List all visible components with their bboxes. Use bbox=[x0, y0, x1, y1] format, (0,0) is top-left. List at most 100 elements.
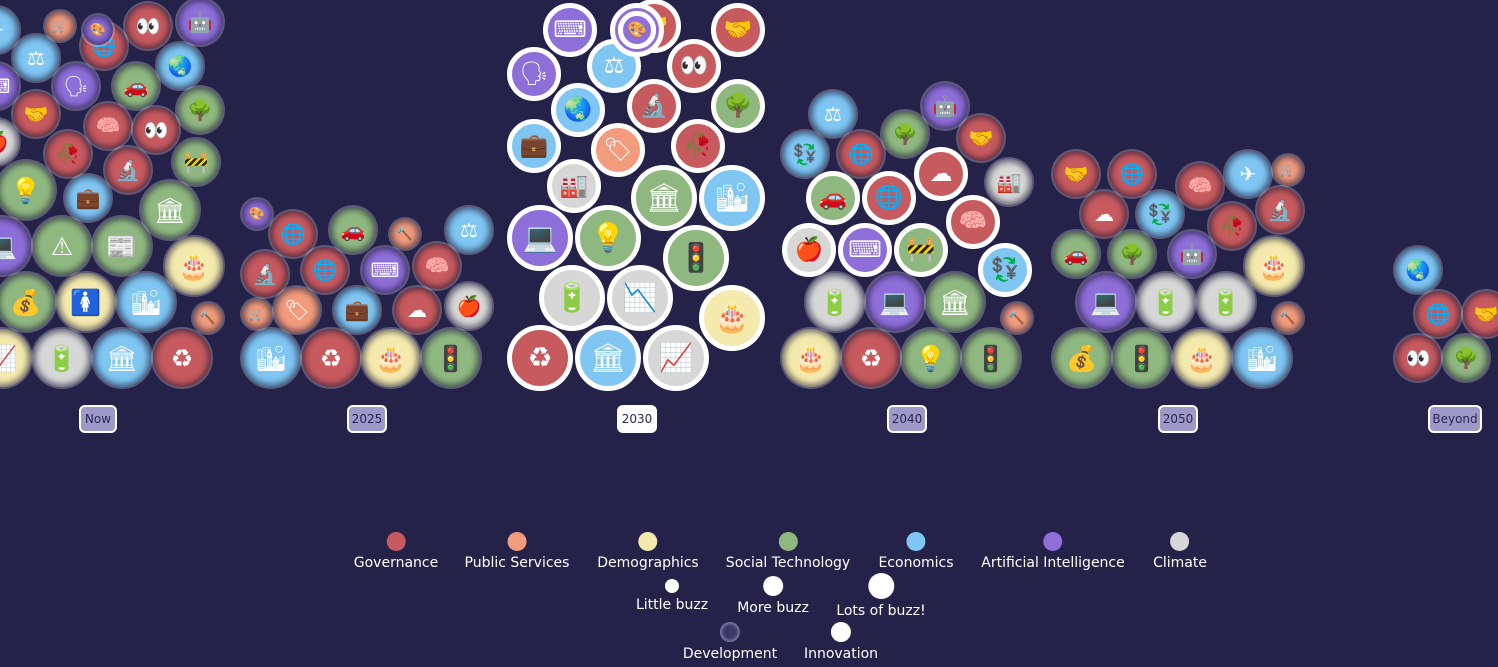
bubble-climate[interactable]: 🏭 bbox=[547, 159, 601, 213]
bubble-governance[interactable]: 👀 bbox=[133, 107, 179, 153]
bubble-climate[interactable]: 🍎 bbox=[446, 283, 492, 329]
bubble-social-technology[interactable]: 💰 bbox=[0, 273, 55, 331]
bubble-public-services[interactable]: 🛒 bbox=[1273, 155, 1303, 185]
bubble-artificial-intelligence[interactable]: 🗣 bbox=[53, 63, 99, 109]
bubble-artificial-intelligence[interactable]: ⌨ bbox=[362, 247, 408, 293]
bubble-demographics[interactable]: 🚺 bbox=[57, 273, 115, 331]
bubble-artificial-intelligence[interactable]: 💻 bbox=[507, 205, 573, 271]
bubble-governance[interactable]: 🌐 bbox=[862, 171, 916, 225]
bubble-public-services[interactable]: 🏷 bbox=[274, 287, 320, 333]
bubble-demographics[interactable]: 🎂 bbox=[1245, 237, 1303, 295]
bubble-governance[interactable]: 👀 bbox=[667, 39, 721, 93]
bubble-economics[interactable]: 💱 bbox=[978, 243, 1032, 297]
bubble-governance[interactable]: 🌐 bbox=[838, 131, 884, 177]
bubble-artificial-intelligence[interactable]: 🎨 bbox=[242, 199, 272, 229]
legend-innovation[interactable]: Innovation bbox=[804, 622, 878, 662]
bubble-demographics[interactable]: 🎂 bbox=[165, 237, 223, 295]
bubble-economics[interactable]: 💼 bbox=[334, 287, 380, 333]
bubble-social-technology[interactable]: 🚧 bbox=[173, 139, 219, 185]
bubble-governance[interactable]: 🌐 bbox=[270, 211, 316, 257]
bubble-governance[interactable]: 🧠 bbox=[1177, 163, 1223, 209]
bubble-demographics[interactable]: 📈 bbox=[0, 329, 31, 387]
bubble-governance[interactable]: 🧠 bbox=[946, 195, 1000, 249]
bubble-social-technology[interactable]: 🏛 bbox=[631, 165, 697, 231]
bubble-social-technology[interactable]: 🚦 bbox=[663, 225, 729, 291]
bubble-public-services[interactable]: 🔨 bbox=[193, 303, 223, 333]
bubble-governance[interactable]: 🥀 bbox=[671, 119, 725, 173]
bubble-social-technology[interactable]: 🚗 bbox=[330, 207, 376, 253]
bubble-economics[interactable]: 🌏 bbox=[157, 43, 203, 89]
bubble-social-technology[interactable]: 🚗 bbox=[113, 63, 159, 109]
bubble-economics[interactable]: 🏙 bbox=[1233, 329, 1291, 387]
bubble-governance[interactable]: 👀 bbox=[1395, 335, 1441, 381]
bubble-economics[interactable]: 💼 bbox=[65, 175, 111, 221]
bubble-artificial-intelligence[interactable]: 🤖 bbox=[922, 83, 968, 129]
tick-beyond[interactable]: Beyond bbox=[1428, 405, 1482, 433]
legend-soc[interactable]: Social Technology bbox=[726, 532, 850, 571]
bubble-climate[interactable]: 📉 bbox=[607, 265, 673, 331]
tick-2050[interactable]: 2050 bbox=[1158, 405, 1198, 433]
bubble-governance[interactable]: 🌐 bbox=[1415, 291, 1461, 337]
bubble-governance[interactable]: 🥀 bbox=[45, 131, 91, 177]
bubble-economics[interactable]: 🏛 bbox=[575, 325, 641, 391]
bubble-social-technology[interactable]: 💡 bbox=[902, 329, 960, 387]
bubble-economics[interactable]: ⚖ bbox=[13, 35, 59, 81]
bubble-artificial-intelligence[interactable]: 🗣 bbox=[507, 47, 561, 101]
bubble-artificial-intelligence[interactable]: 🎨 bbox=[618, 11, 656, 49]
bubble-economics[interactable]: 🏙 bbox=[117, 273, 175, 331]
bubble-artificial-intelligence[interactable]: 💻 bbox=[0, 217, 31, 275]
bubble-social-technology[interactable]: 💰 bbox=[1053, 329, 1111, 387]
bubble-social-technology[interactable]: 🚦 bbox=[1113, 329, 1171, 387]
legend-buzz-2[interactable]: Lots of buzz! bbox=[836, 573, 926, 619]
bubble-social-technology[interactable]: 📰 bbox=[93, 217, 151, 275]
bubble-social-technology[interactable]: 🌳 bbox=[1443, 335, 1489, 381]
bubble-social-technology[interactable]: 💡 bbox=[0, 161, 55, 219]
legend-ai[interactable]: Artificial Intelligence bbox=[981, 532, 1125, 571]
bubble-demographics[interactable]: 🎂 bbox=[782, 329, 840, 387]
bubble-governance[interactable]: ☁ bbox=[394, 287, 440, 333]
bubble-social-technology[interactable]: 🚗 bbox=[806, 171, 860, 225]
bubble-governance[interactable]: 🤝 bbox=[1463, 291, 1498, 337]
bubble-economics[interactable]: 💼 bbox=[507, 119, 561, 173]
legend-gov[interactable]: Governance bbox=[354, 532, 438, 571]
legend-buzz-0[interactable]: Little buzz bbox=[636, 579, 708, 613]
bubble-climate[interactable]: 🔋 bbox=[33, 329, 91, 387]
bubble-social-technology[interactable]: 🚧 bbox=[894, 223, 948, 277]
bubble-governance[interactable]: 🔬 bbox=[242, 251, 288, 297]
bubble-social-technology[interactable]: 🏛 bbox=[926, 273, 984, 331]
bubble-economics[interactable]: 🌏 bbox=[1395, 247, 1441, 293]
bubble-economics[interactable]: 💱 bbox=[782, 131, 828, 177]
bubble-economics[interactable]: 🏙 bbox=[699, 165, 765, 231]
bubble-artificial-intelligence[interactable]: 💻 bbox=[1077, 273, 1135, 331]
legend-cli[interactable]: Climate bbox=[1153, 532, 1207, 571]
tick-2040[interactable]: 2040 bbox=[887, 405, 927, 433]
bubble-demographics[interactable]: 🎂 bbox=[699, 285, 765, 351]
bubble-social-technology[interactable]: ⚠ bbox=[33, 217, 91, 275]
bubble-public-services[interactable]: 🔨 bbox=[1002, 303, 1032, 333]
bubble-economics[interactable]: ✈ bbox=[1225, 151, 1271, 197]
tick-2030[interactable]: 2030 bbox=[617, 405, 657, 433]
bubble-artificial-intelligence[interactable]: ⌨ bbox=[543, 3, 597, 57]
bubble-social-technology[interactable]: 🌳 bbox=[882, 111, 928, 157]
bubble-climate[interactable]: 🔋 bbox=[806, 273, 864, 331]
bubble-economics[interactable]: 🌏 bbox=[551, 83, 605, 137]
bubble-demographics[interactable]: 🎂 bbox=[1173, 329, 1231, 387]
bubble-governance[interactable]: 🤝 bbox=[13, 91, 59, 137]
bubble-governance[interactable]: 🔬 bbox=[105, 147, 151, 193]
bubble-governance[interactable]: 🤝 bbox=[958, 115, 1004, 161]
legend-development[interactable]: Development bbox=[683, 622, 777, 662]
bubble-social-technology[interactable]: 🌳 bbox=[711, 79, 765, 133]
bubble-demographics[interactable]: 🎂 bbox=[362, 329, 420, 387]
bubble-economics[interactable]: 💱 bbox=[1137, 191, 1183, 237]
bubble-governance[interactable]: ♻ bbox=[302, 329, 360, 387]
bubble-governance[interactable]: 🌐 bbox=[1109, 151, 1155, 197]
bubble-economics[interactable]: 🏙 bbox=[242, 329, 300, 387]
bubble-climate[interactable]: 🍎 bbox=[782, 223, 836, 277]
bubble-governance[interactable]: ☁ bbox=[914, 147, 968, 201]
bubble-artificial-intelligence[interactable]: ⌨ bbox=[838, 223, 892, 277]
bubble-public-services[interactable]: 🏷 bbox=[591, 123, 645, 177]
bubble-economics[interactable]: 🏛 bbox=[93, 329, 151, 387]
bubble-public-services[interactable]: 🔨 bbox=[1273, 303, 1303, 333]
bubble-governance[interactable]: 👀 bbox=[125, 3, 171, 49]
bubble-economics[interactable]: ⚖ bbox=[446, 207, 492, 253]
